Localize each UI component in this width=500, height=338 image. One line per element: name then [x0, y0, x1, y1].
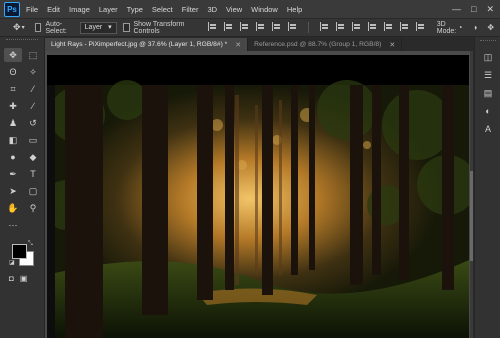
- distribute-right-icon[interactable]: [351, 22, 361, 31]
- menu-file[interactable]: File: [26, 5, 38, 14]
- color-swatches: ⤡ ◪: [8, 240, 44, 270]
- document-tabs: Light Rays - PiXimperfect.jpg @ 37.6% (L…: [45, 37, 473, 51]
- history-brush-tool-icon[interactable]: ↺: [24, 116, 42, 130]
- tab-reference[interactable]: Reference.psd @ 88.7% (Group 1, RGB/8) ✕: [248, 38, 403, 51]
- menu-layer[interactable]: Layer: [99, 5, 118, 14]
- menu-filter[interactable]: Filter: [182, 5, 199, 14]
- menu-3d[interactable]: 3D: [207, 5, 217, 14]
- mode-buttons: ◘ ▣: [9, 274, 44, 283]
- crop-tool-icon[interactable]: ⌗: [4, 82, 22, 96]
- tools-panel: ✥ ⬚ ʘ ✧ ⌗ ⁄ ✚ ∕ ♟ ↺ ◧ ▭ ● ◆ ✒ T ➤ ▢ ✋ ⚲ …: [0, 37, 45, 338]
- clone-stamp-tool-icon[interactable]: ♟: [4, 116, 22, 130]
- character-icon[interactable]: A: [475, 120, 500, 138]
- eyedropper-tool-icon[interactable]: ⁄: [24, 82, 42, 96]
- pen-tool-icon[interactable]: ✒: [4, 167, 22, 181]
- tab-label: Reference.psd @ 88.7% (Group 1, RGB/8): [254, 41, 382, 48]
- auto-select-dropdown[interactable]: Layer ▾: [79, 21, 117, 34]
- chevron-down-icon: ▾: [108, 23, 112, 31]
- default-colors-icon[interactable]: ◪: [9, 259, 15, 266]
- show-transform-label: Show Transform Controls: [133, 20, 185, 35]
- distribute-left-icon[interactable]: [319, 22, 329, 31]
- auto-select-label: Auto-Select:: [45, 20, 67, 35]
- more-tools-icon[interactable]: ⋯: [4, 218, 22, 232]
- foreground-color-swatch[interactable]: [12, 244, 27, 259]
- 3d-mode-label: 3D Mode:: [436, 20, 457, 35]
- panel-grip[interactable]: [480, 40, 496, 45]
- 3d-pan-icon[interactable]: ✥: [487, 23, 494, 32]
- photoshop-logo-icon[interactable]: Ps: [4, 1, 20, 17]
- move-tool-icon[interactable]: ✥: [4, 48, 22, 62]
- swap-colors-icon[interactable]: ⤡: [28, 241, 33, 248]
- distribute-center-icon[interactable]: [335, 22, 345, 31]
- show-transform-checkbox[interactable]: [122, 23, 130, 32]
- window-controls: — □ ✕: [452, 4, 494, 15]
- align-left-icon[interactable]: [207, 22, 217, 31]
- options-bar: ✥ ▾ Auto-Select: Layer ▾ Show Transform …: [0, 19, 500, 37]
- menu-edit[interactable]: Edit: [47, 5, 60, 14]
- magic-wand-tool-icon[interactable]: ✧: [24, 65, 42, 79]
- auto-select-value: Layer: [84, 23, 103, 31]
- tab-label: Light Rays - PiXimperfect.jpg @ 37.6% (L…: [51, 41, 228, 48]
- menu-help[interactable]: Help: [287, 5, 302, 14]
- close-icon[interactable]: ✕: [486, 4, 494, 15]
- dodge-tool-icon[interactable]: ●: [4, 150, 22, 164]
- zoom-tool-icon[interactable]: ⚲: [24, 201, 42, 215]
- menu-view[interactable]: View: [226, 5, 242, 14]
- align-buttons: [207, 22, 425, 33]
- options-tail: ◔ ◑ ✥: [458, 23, 494, 32]
- marquee-tool-icon[interactable]: ⬚: [24, 48, 42, 62]
- align-bottom-icon[interactable]: [287, 22, 297, 31]
- move-tool-icon[interactable]: ✥: [12, 22, 22, 33]
- shape-tool-icon[interactable]: ▢: [24, 184, 42, 198]
- chevron-down-icon[interactable]: ▾: [22, 24, 25, 31]
- distribute-middle-icon[interactable]: [383, 22, 393, 31]
- menu-window[interactable]: Window: [251, 5, 278, 14]
- auto-select-checkbox[interactable]: [34, 23, 42, 32]
- tab-light-rays[interactable]: Light Rays - PiXimperfect.jpg @ 37.6% (L…: [45, 38, 249, 51]
- menu-image[interactable]: Image: [69, 5, 90, 14]
- tool-grid: ✥ ⬚ ʘ ✧ ⌗ ⁄ ✚ ∕ ♟ ↺ ◧ ▭ ● ◆ ✒ T ➤ ▢ ✋ ⚲ …: [4, 48, 44, 232]
- quick-mask-icon[interactable]: ◘: [9, 274, 14, 283]
- eraser-tool-icon[interactable]: ◧: [4, 133, 22, 147]
- divider: [307, 22, 309, 33]
- close-icon[interactable]: ✕: [235, 41, 241, 49]
- path-selection-tool-icon[interactable]: ➤: [4, 184, 22, 198]
- adjustments-icon[interactable]: ◐: [475, 102, 500, 120]
- layers-panel-icon[interactable]: ◫: [475, 48, 500, 66]
- type-tool-icon[interactable]: T: [24, 167, 42, 181]
- align-center-icon[interactable]: [223, 22, 233, 31]
- document-canvas[interactable]: [47, 55, 469, 338]
- properties-icon[interactable]: ☰: [475, 66, 500, 84]
- distribute-bottom-icon[interactable]: [399, 22, 409, 31]
- panel-grip[interactable]: [6, 39, 38, 45]
- menu-bar: Ps File Edit Image Layer Type Select Fil…: [0, 0, 500, 19]
- distribute-spacing-icon[interactable]: [415, 22, 425, 31]
- menu-type[interactable]: Type: [127, 5, 143, 14]
- distribute-top-icon[interactable]: [367, 22, 377, 31]
- canvas-area[interactable]: [45, 51, 473, 338]
- 3d-orbit-icon[interactable]: ◔: [458, 23, 463, 32]
- screen-mode-icon[interactable]: ▣: [20, 274, 28, 283]
- vertical-scrollbar[interactable]: [470, 51, 473, 338]
- lasso-tool-icon[interactable]: ʘ: [4, 65, 22, 79]
- menu-select[interactable]: Select: [152, 5, 173, 14]
- hand-tool-icon[interactable]: ✋: [4, 201, 22, 215]
- brush-tool-icon[interactable]: ∕: [24, 99, 42, 113]
- maximize-icon[interactable]: □: [471, 4, 476, 14]
- gradient-tool-icon[interactable]: ▭: [24, 133, 42, 147]
- minimize-icon[interactable]: —: [452, 4, 461, 14]
- forest-image: [47, 55, 469, 338]
- align-top-icon[interactable]: [255, 22, 265, 31]
- history-icon[interactable]: ▤: [475, 84, 500, 102]
- align-middle-icon[interactable]: [271, 22, 281, 31]
- blur-tool-icon[interactable]: ◆: [24, 150, 42, 164]
- 3d-roll-icon[interactable]: ◑: [472, 23, 477, 32]
- right-panel-dock: ◫ ☰ ▤ ◐ A: [474, 37, 500, 338]
- scrollbar-thumb[interactable]: [470, 171, 473, 261]
- close-icon[interactable]: ✕: [389, 41, 395, 49]
- healing-brush-tool-icon[interactable]: ✚: [4, 99, 22, 113]
- align-right-icon[interactable]: [239, 22, 249, 31]
